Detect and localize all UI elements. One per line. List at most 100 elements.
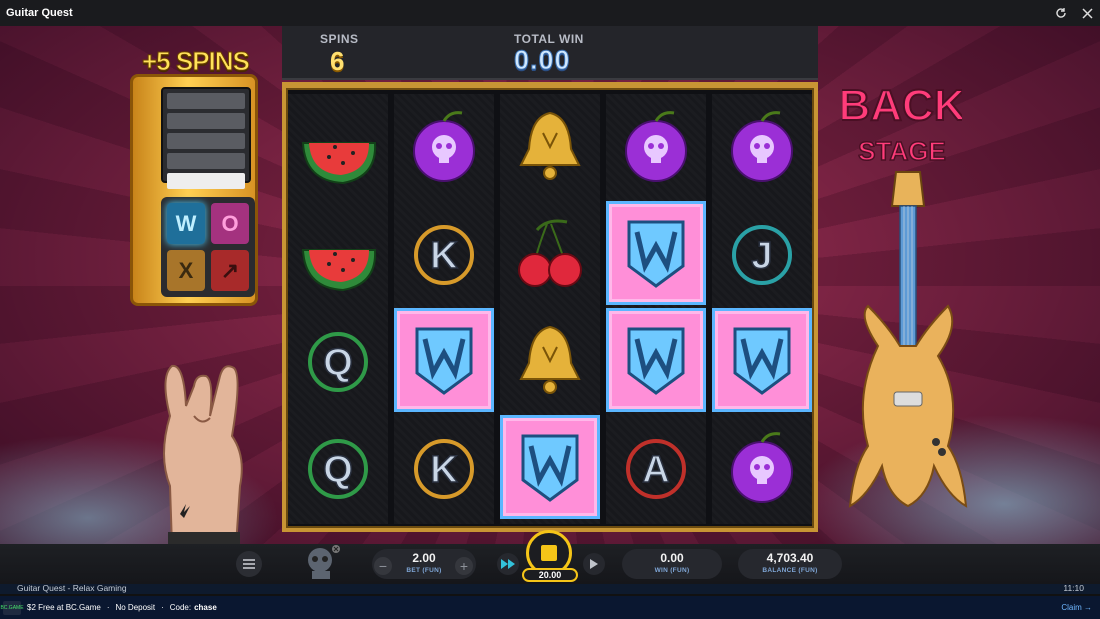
- keypad-o: O: [211, 203, 249, 244]
- balance-label: BALANCE (FUN): [762, 567, 818, 574]
- spins-label: SPINS: [320, 32, 359, 46]
- svg-text:K: K: [430, 449, 458, 491]
- watermelon-icon: [301, 142, 377, 185]
- q-card-icon: Q: [308, 439, 368, 499]
- reel-symbol-plum: [394, 94, 494, 198]
- reel-symbol-wild: [606, 308, 706, 412]
- close-icon[interactable]: [1080, 6, 1094, 20]
- reel-symbol-q: Q: [288, 308, 388, 412]
- svg-text:J: J: [751, 235, 772, 277]
- spin-cost: 20.00: [522, 568, 578, 582]
- k-card-icon: K: [414, 439, 474, 499]
- svg-text:A: A: [642, 449, 669, 491]
- svg-text:K: K: [430, 235, 458, 277]
- wild-icon: [415, 327, 473, 395]
- reel-symbol-plum: [712, 94, 812, 198]
- reel-symbol-watermelon: [288, 201, 388, 305]
- promo-code-label: Code:: [169, 603, 192, 612]
- reel-5: J: [712, 94, 812, 524]
- plum-icon: [413, 111, 475, 182]
- guitar-icon: [848, 171, 968, 508]
- reel-symbol-wild: [606, 201, 706, 305]
- info-bar: Guitar Quest - Relax Gaming 11:10: [0, 583, 1100, 594]
- reel-symbol-plum: [712, 415, 812, 519]
- reel-symbol-plum: [606, 94, 706, 198]
- total-win-value: 0.00: [514, 45, 571, 76]
- wild-icon: [521, 434, 579, 502]
- promo-deposit: No Deposit: [115, 603, 156, 612]
- reel-symbol-wild: [500, 415, 600, 519]
- keypad-x: X: [167, 250, 205, 291]
- q-card-icon: Q: [308, 332, 368, 392]
- clock: 11:10: [1063, 583, 1084, 593]
- meter-screen: [161, 87, 251, 189]
- reel-symbol-bell: [500, 308, 600, 412]
- logo-line1: BACK: [842, 81, 962, 130]
- reel-symbol-bell: [500, 94, 600, 198]
- cherry-icon: [518, 219, 582, 287]
- plum-icon: [625, 111, 687, 182]
- reel-grid: QQKKAJ: [282, 82, 818, 532]
- collection-meter: W O X ↗: [130, 74, 258, 306]
- window-title: Guitar Quest: [6, 7, 73, 19]
- keypad-w: W: [167, 203, 205, 244]
- bonus-buy-button[interactable]: [300, 544, 344, 582]
- total-win-label: TOTAL WIN: [514, 32, 584, 46]
- game-window: Guitar Quest SPINS 6 TOTAL WIN 0.00 +5 S…: [0, 0, 1100, 619]
- plus-spins-label: +5 SPINS: [142, 46, 251, 77]
- reel-4: A: [606, 94, 706, 524]
- claim-link[interactable]: Claim →: [1061, 603, 1092, 612]
- reel-symbol-q: Q: [288, 415, 388, 519]
- bet-label: BET (FUN): [406, 567, 442, 574]
- promo-banner[interactable]: BC.GAME $2 Free at BC.Game · No Deposit …: [0, 596, 1100, 619]
- reel-symbol-wild: [394, 308, 494, 412]
- win-display: 0.00 WIN (FUN): [622, 549, 722, 579]
- reels-header: SPINS 6 TOTAL WIN 0.00: [282, 26, 818, 80]
- game-stage: SPINS 6 TOTAL WIN 0.00 +5 SPINS W O X ↗: [0, 26, 1100, 544]
- k-card-icon: K: [414, 225, 474, 285]
- balance-display: 4,703.40 BALANCE (FUN): [738, 549, 842, 579]
- autoplay-button[interactable]: [583, 553, 605, 575]
- promo-code: chase: [194, 603, 217, 612]
- keypad-arrow: ↗: [211, 250, 249, 291]
- meter-keypad: W O X ↗: [161, 197, 255, 297]
- logo-line2: STAGE: [858, 136, 946, 166]
- balance-value: 4,703.40: [766, 551, 814, 565]
- spins-value: 6: [330, 46, 345, 76]
- reel-symbol-k: K: [394, 201, 494, 305]
- rock-hand-icon: [163, 364, 243, 544]
- win-value: 0.00: [660, 551, 684, 565]
- bet-value: 2.00: [412, 551, 436, 565]
- watermelon-icon: [301, 249, 377, 292]
- backstage-logo: BACK STAGE: [842, 80, 962, 167]
- reel-symbol-k: K: [394, 415, 494, 519]
- j-card-icon: J: [732, 225, 792, 285]
- plum-icon: [731, 111, 793, 182]
- reel-3: [500, 94, 600, 524]
- stop-icon: [541, 545, 557, 561]
- control-bar: − 2.00 BET (FUN) + 20.00 0.00 WIN (FUN) …: [0, 530, 1100, 584]
- bet-increase-button[interactable]: +: [455, 557, 473, 575]
- menu-button[interactable]: [236, 551, 262, 577]
- wild-icon: [733, 327, 791, 395]
- svg-text:Q: Q: [323, 449, 353, 491]
- bell-icon: [519, 111, 581, 180]
- reel-2: KK: [394, 94, 494, 524]
- promo-offer: $2 Free at BC.Game: [27, 603, 101, 612]
- reel-symbol-wild: [712, 308, 812, 412]
- bell-icon: [519, 325, 581, 394]
- hamburger-icon: [243, 559, 255, 569]
- fast-forward-icon: [501, 559, 515, 569]
- wild-icon: [627, 220, 685, 288]
- promo-separator-1: ·: [106, 603, 110, 612]
- a-card-icon: A: [626, 439, 686, 499]
- skull-icon: [308, 545, 340, 579]
- promo-separator-2: ·: [161, 603, 164, 612]
- reel-symbol-j: J: [712, 201, 812, 305]
- turbo-button[interactable]: [497, 553, 519, 575]
- reel-symbol-a: A: [606, 415, 706, 519]
- bet-control: − 2.00 BET (FUN) +: [372, 549, 476, 579]
- win-label: WIN (FUN): [654, 567, 690, 574]
- refresh-icon[interactable]: [1054, 6, 1068, 20]
- bet-decrease-button[interactable]: −: [374, 557, 392, 575]
